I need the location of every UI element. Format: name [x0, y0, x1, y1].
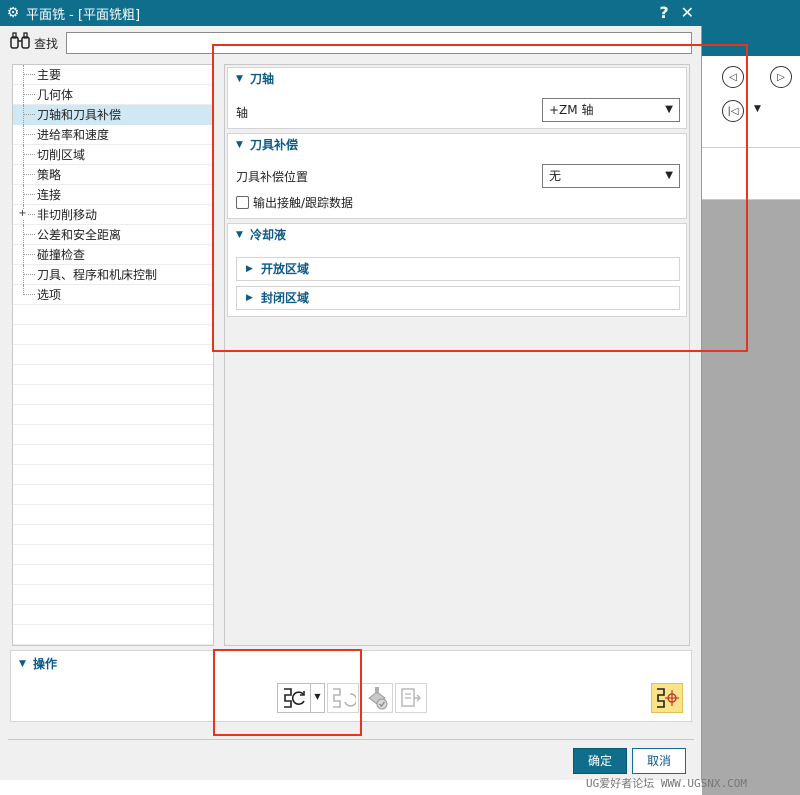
- tree-item-label: 进给率和速度: [37, 128, 110, 142]
- tree-row: [13, 425, 213, 445]
- tree-connector: [23, 274, 35, 275]
- tree-row: [13, 505, 213, 525]
- gear-icon: ⚙: [6, 5, 20, 21]
- verify-path-button[interactable]: [361, 683, 393, 713]
- collapse-triangle-icon: ▼: [19, 659, 26, 669]
- tree-item-label: 刀具、程序和机床控制: [37, 268, 158, 282]
- tree-item[interactable]: 主要: [13, 65, 213, 85]
- tree-row: [13, 625, 213, 645]
- tree-connector: [23, 165, 24, 185]
- tree-connector: [23, 254, 35, 255]
- list-output-button[interactable]: [395, 683, 427, 713]
- tree-item[interactable]: 策略: [13, 165, 213, 185]
- tree-item-label: 策略: [37, 168, 62, 182]
- binoculars-icon: [10, 32, 34, 54]
- expand-plus-icon[interactable]: +: [18, 209, 27, 219]
- tree-connector: [23, 185, 24, 205]
- display-path-icon: [657, 688, 679, 708]
- list-icon: [401, 688, 421, 707]
- tree-row: [13, 465, 213, 485]
- tree-item[interactable]: 刀轴和刀具补偿: [13, 105, 213, 125]
- tree-item[interactable]: 刀具、程序和机床控制: [13, 265, 213, 285]
- next-frame-icon[interactable]: ▷: [770, 66, 792, 88]
- tree-item[interactable]: 公差和安全距离: [13, 225, 213, 245]
- tree-item[interactable]: + 非切削移动: [13, 205, 213, 225]
- annotation-box-operations: [213, 649, 362, 736]
- tree-item-label: 连接: [37, 188, 62, 202]
- tree-item-label: 切削区域: [37, 148, 86, 162]
- tree-item[interactable]: 切削区域: [13, 145, 213, 165]
- display-path-button[interactable]: [651, 683, 683, 713]
- tree-row: [13, 305, 213, 325]
- tree-item-label: 刀轴和刀具补偿: [37, 108, 122, 122]
- tree-row: [13, 365, 213, 385]
- tree-item-label: 选项: [37, 288, 62, 302]
- tree-item-label: 主要: [37, 68, 62, 82]
- tree-connector: [23, 145, 24, 165]
- tree-connector: [23, 245, 24, 265]
- ok-button[interactable]: 确定: [573, 748, 627, 774]
- tree-item[interactable]: 几何体: [13, 85, 213, 105]
- tree-item[interactable]: 连接: [13, 185, 213, 205]
- tree-row: [13, 405, 213, 425]
- tree-connector: [23, 134, 35, 135]
- tree-row: [13, 545, 213, 565]
- tree-item[interactable]: 碰撞检查: [13, 245, 213, 265]
- watermark: UG爱好者论坛 WWW.UGSNX.COM: [586, 777, 747, 790]
- tree-row: [13, 525, 213, 545]
- tree-row: [13, 385, 213, 405]
- help-button[interactable]: ?: [659, 3, 668, 22]
- tree-row: [13, 445, 213, 465]
- tree-row: [13, 345, 213, 365]
- tree-connector: [23, 194, 35, 195]
- close-button[interactable]: ✕: [681, 3, 694, 22]
- tree-connector: [23, 105, 24, 125]
- operations-header[interactable]: ▼ 操作: [11, 653, 57, 675]
- annotation-box-content: [212, 44, 748, 352]
- dialog-title: 平面铣 - [平面铣粗]: [26, 7, 141, 23]
- tree-row: [13, 325, 213, 345]
- tree-connector: [23, 234, 35, 235]
- tree-connector: [23, 265, 24, 285]
- search-label: 查找: [34, 36, 59, 51]
- tree-row: [13, 605, 213, 625]
- navigation-tree: 主要几何体刀轴和刀具补偿 进给率和速度 切削区域策略连接 + 非切削移动公差和安全距离碰…: [12, 64, 214, 646]
- tree-connector: [23, 154, 35, 155]
- tree-connector: [23, 94, 35, 95]
- tree-item-label: 碰撞检查: [37, 248, 86, 262]
- tree-connector: [23, 174, 35, 175]
- tree-item-label: 几何体: [37, 88, 74, 102]
- tree-connector: [23, 225, 24, 245]
- tree-connector: [23, 65, 24, 85]
- tree-item-label: 非切削移动: [37, 208, 98, 222]
- rewind-dropdown-icon[interactable]: ▼: [754, 104, 761, 114]
- tree-row: [13, 585, 213, 605]
- tree-connector: [23, 85, 24, 105]
- tree-item-label: 公差和安全距离: [37, 228, 122, 242]
- tree-row: [13, 565, 213, 585]
- bottom-separator: [8, 739, 694, 740]
- title-bar: ⚙ 平面铣 - [平面铣粗] ? ✕: [0, 0, 702, 26]
- tree-connector: [23, 294, 35, 295]
- tree-connector: [23, 114, 35, 115]
- tree-connector: [23, 125, 24, 145]
- cancel-button[interactable]: 取消: [632, 748, 686, 774]
- tree-connector: [23, 74, 35, 75]
- tree-item[interactable]: 选项: [13, 285, 213, 305]
- tree-item[interactable]: 进给率和速度: [13, 125, 213, 145]
- verify-icon: [368, 687, 388, 710]
- tree-row: [13, 485, 213, 505]
